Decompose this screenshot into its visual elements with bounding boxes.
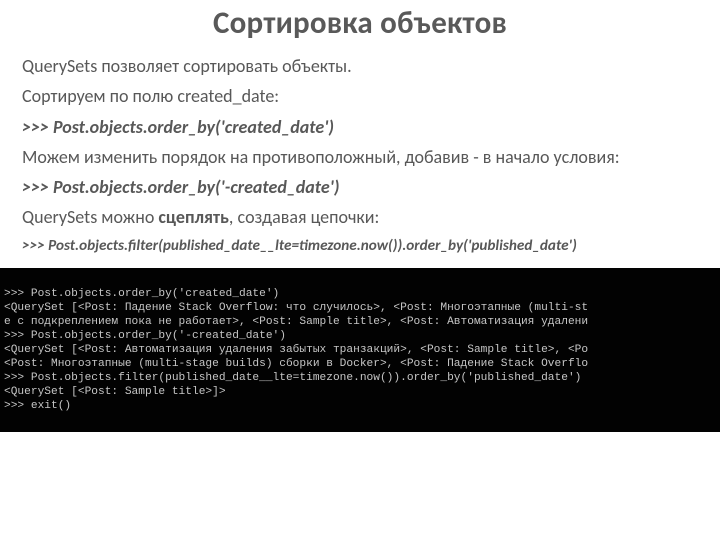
terminal-line: >>> exit() bbox=[4, 400, 71, 412]
slide-root: Сортировка объектов QuerySets позволяет … bbox=[0, 4, 720, 544]
text-line-2: Сортируем по полю created_date: bbox=[22, 84, 702, 108]
text-line-4a: QuerySets можно bbox=[22, 206, 158, 228]
text-querysets: QuerySets bbox=[22, 55, 101, 77]
text-line-1: QuerySets позволяет сортировать объекты. bbox=[22, 54, 702, 78]
terminal-line: <QuerySet [<Post: Падение Stack Overflow… bbox=[4, 302, 588, 314]
slide-body: QuerySets позволяет сортировать объекты.… bbox=[18, 54, 702, 256]
terminal-output: >>> Post.objects.order_by('created_date'… bbox=[0, 268, 720, 432]
terminal-line: <QuerySet [<Post: Автоматизация удаления… bbox=[4, 344, 588, 356]
text-line-4: QuerySets можно сцеплять, создавая цепоч… bbox=[22, 205, 702, 229]
terminal-line: >>> Post.objects.filter(published_date__… bbox=[4, 372, 581, 384]
text-chain-bold: сцеплять bbox=[158, 206, 229, 228]
text-line-4b: , создавая цепочки: bbox=[229, 206, 379, 228]
terminal-line: >>> Post.objects.order_by('created_date'… bbox=[4, 288, 279, 300]
code-example-2: >>> Post.objects.order_by('-created_date… bbox=[22, 175, 702, 199]
code-example-3: >>> Post.objects.filter(published_date__… bbox=[22, 236, 702, 257]
terminal-line: е с подкреплением пока не работает>, <Po… bbox=[4, 316, 588, 328]
terminal-line: <QuerySet [<Post: Sample title>]> bbox=[4, 386, 226, 398]
terminal-line: >>> Post.objects.order_by('-created_date… bbox=[4, 330, 286, 342]
text-line-3: Можем изменить порядок на противоположны… bbox=[22, 145, 702, 169]
text-line-1b: позволяет сортировать объекты. bbox=[101, 55, 351, 77]
slide-title: Сортировка объектов bbox=[18, 4, 702, 42]
terminal-line: <Post: Многоэтапные (multi-stage builds)… bbox=[4, 358, 588, 370]
code-example-1: >>> Post.objects.order_by('created_date'… bbox=[22, 115, 702, 139]
